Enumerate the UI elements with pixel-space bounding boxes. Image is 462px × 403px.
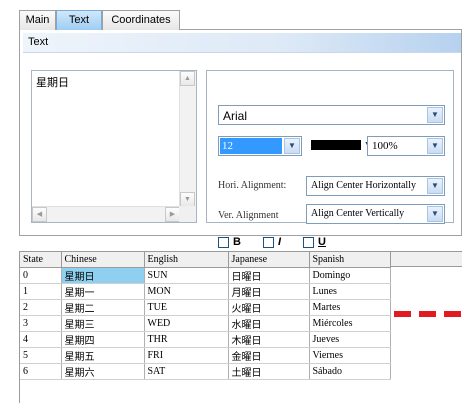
cell-spanish[interactable]: Sábado: [309, 363, 391, 380]
cell-english[interactable]: THR: [144, 331, 229, 348]
column-header-japanese[interactable]: Japanese: [228, 252, 310, 268]
cell-spanish[interactable]: Martes: [309, 299, 391, 316]
scroll-right-icon[interactable]: ▶: [165, 207, 180, 222]
cell-japanese[interactable]: 月曜日: [228, 283, 310, 300]
cell-spanish[interactable]: Viernes: [309, 347, 391, 364]
horizontal-scrollbar[interactable]: ◀ ▶: [32, 206, 180, 222]
cell-japanese[interactable]: 日曜日: [228, 267, 310, 284]
column-header-chinese[interactable]: Chinese: [61, 252, 145, 268]
font-value: Arial: [223, 109, 248, 123]
cell-chinese[interactable]: 星期四: [61, 331, 145, 348]
cell-english[interactable]: SAT: [144, 363, 229, 380]
cell-japanese[interactable]: 木曜日: [228, 331, 310, 348]
table-row[interactable]: 4 星期四 THR 木曜日 Jueves: [20, 331, 391, 348]
scale-select[interactable]: 100% ▼: [367, 136, 445, 156]
column-header-state[interactable]: State: [20, 252, 62, 268]
cell-chinese[interactable]: 星期二: [61, 299, 145, 316]
cell-chinese[interactable]: 星期一: [61, 283, 145, 300]
cell-spanish[interactable]: Domingo: [309, 267, 391, 284]
dashed-annotation-line: [394, 311, 462, 317]
cell-english[interactable]: WED: [144, 315, 229, 332]
table-row[interactable]: 6 星期六 SAT 土曜日 Sábado: [20, 363, 391, 380]
font-options: Arial ▼ 12 ▼ ▼ 100% ▼ Hori. Alignment: A…: [206, 70, 454, 248]
table-row[interactable]: 2 星期二 TUE 火曜日 Martes: [20, 299, 391, 316]
cell-state[interactable]: 5: [20, 347, 62, 364]
cell-spanish[interactable]: Lunes: [309, 283, 391, 300]
tab-bar: Main Text Coordinates: [19, 10, 462, 30]
cell-state[interactable]: 0: [20, 267, 62, 284]
chevron-down-icon[interactable]: ▼: [427, 206, 443, 222]
table-body: 0 星期日 SUN 日曜日 Domingo 1 星期一 MON 月曜日 Lunes 2 星期二 TUE 火…: [20, 267, 391, 380]
color-swatch: [311, 140, 361, 150]
column-header-spanish[interactable]: Spanish: [309, 252, 391, 268]
bold-checkbox[interactable]: B: [218, 236, 252, 250]
chevron-down-icon[interactable]: ▼: [427, 178, 443, 194]
tab-coordinates[interactable]: Coordinates: [102, 10, 180, 30]
translation-grid: State Chinese English Japanese Spanish 0…: [19, 251, 462, 403]
cell-japanese[interactable]: 金曜日: [228, 347, 310, 364]
cell-chinese[interactable]: 星期六: [61, 363, 145, 380]
group-title: Text: [28, 36, 49, 48]
cell-state[interactable]: 4: [20, 331, 62, 348]
text-input-area[interactable]: 星期日 ▲ ▼ ◀ ▶: [31, 70, 197, 223]
chevron-down-icon[interactable]: ▼: [427, 107, 443, 123]
table-row[interactable]: 3 星期三 WED 水曜日 Miércoles: [20, 315, 391, 332]
text-value[interactable]: 星期日: [36, 74, 69, 90]
font-select[interactable]: Arial ▼: [218, 105, 445, 125]
hori-alignment-label: Hori. Alignment:: [218, 180, 287, 191]
ver-alignment-value: Align Center Vertically: [311, 208, 405, 219]
cell-english[interactable]: FRI: [144, 347, 229, 364]
table-row[interactable]: 5 星期五 FRI 金曜日 Viernes: [20, 347, 391, 364]
group-header: Text: [23, 33, 461, 53]
underline-label: U: [318, 236, 326, 248]
bold-checkbox-box[interactable]: [218, 237, 229, 248]
table-header-row: State Chinese English Japanese Spanish: [20, 252, 391, 268]
hori-alignment-value: Align Center Horizontally: [311, 180, 416, 191]
cell-state[interactable]: 3: [20, 315, 62, 332]
ver-alignment-select[interactable]: Align Center Vertically ▼: [306, 204, 445, 224]
italic-checkbox-box[interactable]: [263, 237, 274, 248]
hori-alignment-select[interactable]: Align Center Horizontally ▼: [306, 176, 445, 196]
ver-alignment-label: Ver. Alignment: [218, 210, 279, 221]
cell-state[interactable]: 1: [20, 283, 62, 300]
cell-english[interactable]: SUN: [144, 267, 229, 284]
cell-spanish[interactable]: Jueves: [309, 331, 391, 348]
underline-checkbox[interactable]: U: [303, 236, 333, 250]
table-row[interactable]: 0 星期日 SUN 日曜日 Domingo: [20, 267, 391, 284]
cell-spanish[interactable]: Miércoles: [309, 315, 391, 332]
cell-english[interactable]: TUE: [144, 299, 229, 316]
chevron-down-icon[interactable]: ▼: [284, 138, 300, 154]
scroll-down-icon[interactable]: ▼: [180, 192, 195, 207]
italic-label: I: [278, 236, 282, 248]
cell-chinese[interactable]: 星期日: [61, 267, 145, 284]
size-select[interactable]: 12 ▼: [218, 136, 302, 156]
tab-main[interactable]: Main: [19, 10, 56, 30]
cell-chinese[interactable]: 星期三: [61, 315, 145, 332]
scale-value: 100%: [372, 140, 398, 152]
cell-english[interactable]: MON: [144, 283, 229, 300]
size-value: 12: [220, 138, 282, 154]
underline-checkbox-box[interactable]: [303, 237, 314, 248]
cell-state[interactable]: 2: [20, 299, 62, 316]
cell-japanese[interactable]: 土曜日: [228, 363, 310, 380]
cell-japanese[interactable]: 水曜日: [228, 315, 310, 332]
column-header-english[interactable]: English: [144, 252, 229, 268]
translation-table: State Chinese English Japanese Spanish 0…: [20, 252, 391, 380]
vertical-scrollbar[interactable]: ▲ ▼: [179, 71, 196, 207]
bold-label: B: [233, 236, 241, 248]
cell-state[interactable]: 6: [20, 363, 62, 380]
color-select[interactable]: ▼: [307, 136, 371, 156]
scroll-up-icon[interactable]: ▲: [180, 71, 195, 86]
text-panel: Text 星期日 ▲ ▼ ◀ ▶ Arial ▼ 12 ▼ ▼ 100% ▼: [19, 30, 462, 248]
cell-chinese[interactable]: 星期五: [61, 347, 145, 364]
scroll-corner: [179, 206, 196, 222]
table-row[interactable]: 1 星期一 MON 月曜日 Lunes: [20, 283, 391, 300]
italic-checkbox[interactable]: I: [263, 236, 293, 250]
chevron-down-icon[interactable]: ▼: [427, 138, 443, 154]
grid-header-filler: [391, 252, 462, 267]
scroll-left-icon[interactable]: ◀: [32, 207, 47, 222]
cell-japanese[interactable]: 火曜日: [228, 299, 310, 316]
tab-text[interactable]: Text: [56, 10, 102, 30]
